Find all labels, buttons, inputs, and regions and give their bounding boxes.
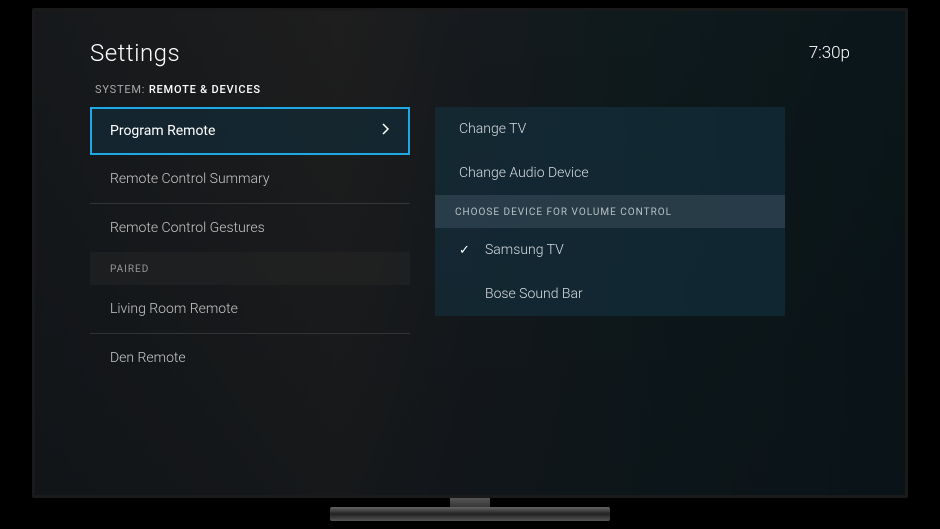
menu-item-label: Living Room Remote	[110, 301, 238, 317]
menu-item-remote-summary[interactable]: Remote Control Summary	[90, 155, 410, 204]
right-item-change-tv[interactable]: Change TV	[435, 107, 785, 151]
paired-section-header: PAIRED	[90, 252, 410, 285]
menu-item-label: Den Remote	[110, 350, 186, 366]
tv-stand	[330, 498, 610, 521]
right-item-label: Change Audio Device	[459, 165, 589, 181]
breadcrumb: SYSTEM: REMOTE & DEVICES	[95, 83, 261, 96]
page-title: Settings	[90, 39, 180, 67]
volume-device-label: Bose Sound Bar	[485, 286, 583, 302]
volume-device-bose[interactable]: Bose Sound Bar	[435, 272, 785, 316]
breadcrumb-parent: SYSTEM:	[95, 83, 145, 96]
screen-background: Settings 7:30p SYSTEM: REMOTE & DEVICES …	[35, 11, 905, 495]
clock-time: 7:30p	[809, 43, 850, 63]
right-item-label: Change TV	[459, 121, 526, 137]
settings-right-panel: Change TV Change Audio Device CHOOSE DEV…	[435, 107, 785, 316]
header: Settings 7:30p	[90, 39, 850, 67]
breadcrumb-current: REMOTE & DEVICES	[149, 83, 261, 96]
volume-device-samsung[interactable]: ✓ Samsung TV	[435, 228, 785, 272]
tv-frame: Settings 7:30p SYSTEM: REMOTE & DEVICES …	[32, 8, 908, 498]
paired-item-living-room[interactable]: Living Room Remote	[90, 285, 410, 334]
volume-device-label: Samsung TV	[485, 242, 564, 258]
tv-stand-base	[330, 507, 610, 521]
check-icon: ✓	[459, 243, 473, 258]
menu-item-remote-gestures[interactable]: Remote Control Gestures	[90, 204, 410, 252]
menu-item-label: Program Remote	[110, 123, 215, 139]
volume-control-header: CHOOSE DEVICE FOR VOLUME CONTROL	[435, 195, 785, 228]
settings-left-column: Program Remote Remote Control Summary Re…	[90, 107, 410, 382]
right-item-change-audio[interactable]: Change Audio Device	[435, 151, 785, 195]
chevron-right-icon	[382, 123, 390, 139]
paired-item-den[interactable]: Den Remote	[90, 334, 410, 382]
menu-item-program-remote[interactable]: Program Remote	[90, 107, 410, 155]
menu-item-label: Remote Control Gestures	[110, 220, 265, 236]
menu-item-label: Remote Control Summary	[110, 171, 270, 187]
